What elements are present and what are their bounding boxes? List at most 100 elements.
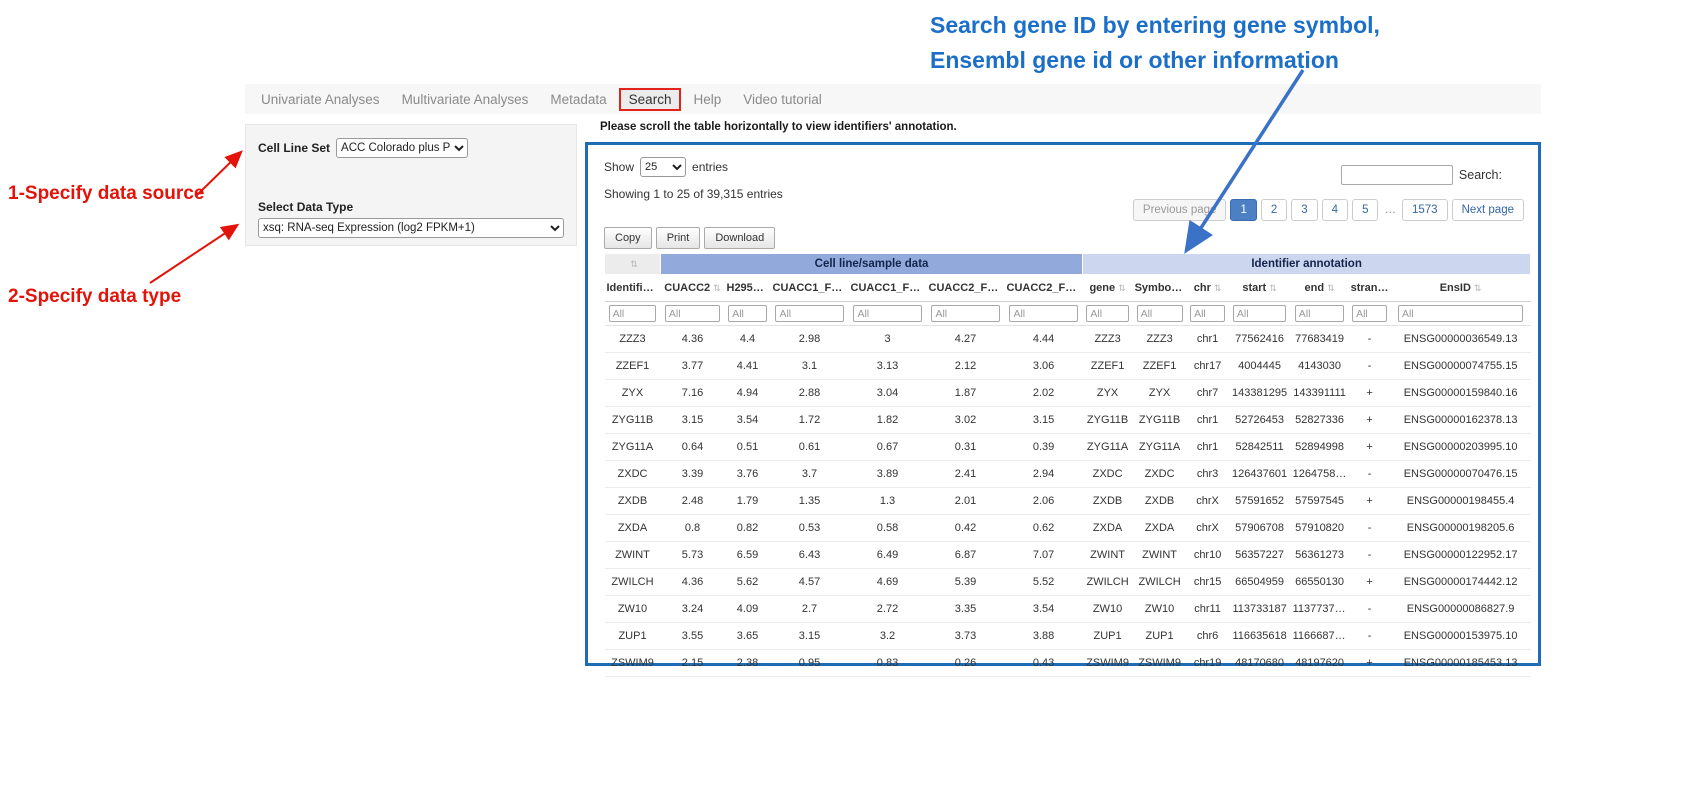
- column-header-cuacc2_f2[interactable]: CUACC2_F2⇅: [1005, 275, 1083, 302]
- table-row[interactable]: ZYG11B3.153.541.721.823.023.15ZYG11BZYG1…: [605, 407, 1531, 434]
- table-cell: ZUP1: [1133, 623, 1187, 650]
- nav-video-tutorial[interactable]: Video tutorial: [733, 88, 832, 111]
- filter-input-cuacc1_f2[interactable]: [853, 305, 921, 322]
- table-row[interactable]: ZXDA0.80.820.530.580.420.62ZXDAZXDAchrX5…: [605, 515, 1531, 542]
- nav-multivariate-analyses[interactable]: Multivariate Analyses: [392, 88, 539, 111]
- column-header-strand[interactable]: strand⇅: [1349, 275, 1391, 302]
- sort-icon[interactable]: ⇅: [1118, 283, 1126, 293]
- column-header-cuacc1_f1[interactable]: CUACC1_F1⇅: [771, 275, 849, 302]
- column-header-end[interactable]: end⇅: [1291, 275, 1349, 302]
- filter-input-end[interactable]: [1295, 305, 1345, 322]
- sort-icon[interactable]: ⇅: [713, 283, 721, 293]
- page-button-3[interactable]: 3: [1291, 199, 1317, 221]
- table-row[interactable]: ZYX7.164.942.883.041.872.02ZYXZYXchr7143…: [605, 380, 1531, 407]
- table-row[interactable]: ZSWIM92.152.380.950.830.260.43ZSWIM9ZSWI…: [605, 650, 1531, 677]
- nav-metadata[interactable]: Metadata: [540, 88, 616, 111]
- page-button-1573[interactable]: 1573: [1402, 199, 1448, 221]
- table-cell: ENSG00000162378.13: [1391, 407, 1531, 434]
- sort-icon[interactable]: ⇅: [764, 283, 771, 293]
- cell-line-set-label: Cell Line Set: [258, 141, 330, 155]
- table-cell: 6.87: [927, 542, 1005, 569]
- table-cell: 2.41: [927, 461, 1005, 488]
- column-header-chr[interactable]: chr⇅: [1187, 275, 1229, 302]
- filter-input-start[interactable]: [1233, 305, 1286, 322]
- table-cell: 0.67: [849, 434, 927, 461]
- table-cell: 3.89: [849, 461, 927, 488]
- table-row[interactable]: ZWILCH4.365.624.574.695.395.52ZWILCHZWIL…: [605, 569, 1531, 596]
- sort-icon[interactable]: ⇅: [1474, 283, 1482, 293]
- cell-line-set-select[interactable]: ACC Colorado plus PDX: [336, 138, 468, 158]
- sort-icon[interactable]: ⇅: [1214, 283, 1222, 293]
- nav-help[interactable]: Help: [683, 88, 731, 111]
- table-cell: 3.15: [1005, 407, 1083, 434]
- table-cell: ENSG00000086827.9: [1391, 596, 1531, 623]
- sort-icon[interactable]: ⇅: [656, 283, 661, 293]
- page-button-2[interactable]: 2: [1261, 199, 1287, 221]
- previous-page-button[interactable]: Previous page: [1133, 199, 1227, 221]
- sort-icon[interactable]: ⇅: [1327, 283, 1335, 293]
- column-header-start[interactable]: start⇅: [1229, 275, 1291, 302]
- table-row[interactable]: ZXDB2.481.791.351.32.012.06ZXDBZXDBchrX5…: [605, 488, 1531, 515]
- nav-univariate-analyses[interactable]: Univariate Analyses: [251, 88, 390, 111]
- page-button-1[interactable]: 1: [1230, 199, 1256, 221]
- column-header-row: Identifier⇅CUACC2⇅H295R⇅CUACC1_F1⇅CUACC1…: [605, 275, 1531, 302]
- filter-input-strand[interactable]: [1352, 305, 1387, 322]
- download-button[interactable]: Download: [704, 227, 775, 249]
- table-row[interactable]: ZUP13.553.653.153.23.733.88ZUP1ZUP1chr61…: [605, 623, 1531, 650]
- table-row[interactable]: ZWINT5.736.596.436.496.877.07ZWINTZWINTc…: [605, 542, 1531, 569]
- table-row[interactable]: ZW103.244.092.72.723.353.54ZW10ZW10chr11…: [605, 596, 1531, 623]
- table-cell: 3.06: [1005, 353, 1083, 380]
- sort-icon[interactable]: ⇅: [1269, 283, 1277, 293]
- filter-input-cuacc2_f1[interactable]: [931, 305, 999, 322]
- table-cell: ZZZ3: [1083, 326, 1133, 353]
- column-header-cuacc2[interactable]: CUACC2⇅: [661, 275, 725, 302]
- filter-input-gene[interactable]: [1086, 305, 1128, 322]
- table-cell: ZWINT: [605, 542, 661, 569]
- column-header-cuacc1_f2[interactable]: CUACC1_F2⇅: [849, 275, 927, 302]
- page-length-select[interactable]: 25: [640, 157, 686, 177]
- filter-input-ensid[interactable]: [1398, 305, 1523, 322]
- table-cell: ENSG00000159840.16: [1391, 380, 1531, 407]
- data-type-select[interactable]: xsq: RNA-seq Expression (log2 FPKM+1): [258, 218, 564, 238]
- column-header-gene[interactable]: gene⇅: [1083, 275, 1133, 302]
- sort-icon[interactable]: ⇅: [630, 259, 638, 269]
- filter-input-chr[interactable]: [1190, 305, 1225, 322]
- page-button-4[interactable]: 4: [1322, 199, 1348, 221]
- next-page-button[interactable]: Next page: [1452, 199, 1524, 221]
- table-cell: ENSG00000153975.10: [1391, 623, 1531, 650]
- column-label: CUACC2: [664, 282, 710, 294]
- table-row[interactable]: ZZZ34.364.42.9834.274.44ZZZ3ZZZ3chr17756…: [605, 326, 1531, 353]
- page-button-5[interactable]: 5: [1352, 199, 1378, 221]
- print-button[interactable]: Print: [656, 227, 701, 249]
- column-label: EnsID: [1440, 282, 1471, 294]
- filter-input-cuacc2[interactable]: [665, 305, 720, 322]
- table-row[interactable]: ZZEF13.774.413.13.132.123.06ZZEF1ZZEF1ch…: [605, 353, 1531, 380]
- copy-button[interactable]: Copy: [604, 227, 652, 249]
- column-header-symbol[interactable]: Symbol⇅: [1133, 275, 1187, 302]
- filter-input-h295r[interactable]: [728, 305, 767, 322]
- filter-input-symbol[interactable]: [1137, 305, 1183, 322]
- table-cell: 3.39: [661, 461, 725, 488]
- table-cell: -: [1349, 461, 1391, 488]
- table-cell: 3.65: [725, 623, 771, 650]
- table-cell: +: [1349, 380, 1391, 407]
- filter-input-identifier[interactable]: [609, 305, 657, 322]
- table-cell: 0.95: [771, 650, 849, 677]
- table-cell: 2.88: [771, 380, 849, 407]
- search-input[interactable]: [1341, 165, 1453, 185]
- table-cell: 2.02: [1005, 380, 1083, 407]
- table-cell: 0.31: [927, 434, 1005, 461]
- column-header-ensid[interactable]: EnsID⇅: [1391, 275, 1531, 302]
- table-row[interactable]: ZXDC3.393.763.73.892.412.94ZXDCZXDCchr31…: [605, 461, 1531, 488]
- table-row[interactable]: ZYG11A0.640.510.610.670.310.39ZYG11AZYG1…: [605, 434, 1531, 461]
- column-header-identifier[interactable]: Identifier⇅: [605, 275, 661, 302]
- table-cell: 3.04: [849, 380, 927, 407]
- column-header-cuacc2_f1[interactable]: CUACC2_F1⇅: [927, 275, 1005, 302]
- nav-search[interactable]: Search: [619, 88, 682, 111]
- table-cell: ZUP1: [605, 623, 661, 650]
- filter-input-cuacc1_f1[interactable]: [775, 305, 843, 322]
- column-header-h295r[interactable]: H295R⇅: [725, 275, 771, 302]
- column-label: CUACC2_F2: [1007, 282, 1077, 294]
- table-cell: 5.52: [1005, 569, 1083, 596]
- filter-input-cuacc2_f2[interactable]: [1009, 305, 1077, 322]
